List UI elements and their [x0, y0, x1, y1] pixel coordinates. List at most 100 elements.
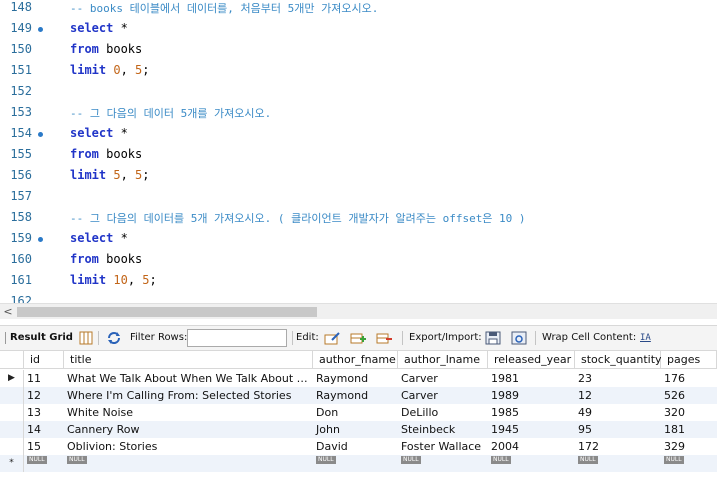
code-token-punct: ; — [149, 273, 157, 287]
cell-id[interactable]: 14 — [24, 421, 64, 438]
cell-id[interactable]: 15 — [24, 438, 64, 455]
code-line[interactable]: 156 limit 5, 5; — [0, 166, 717, 187]
cell-author-fname[interactable]: Don — [313, 404, 398, 421]
cell-pages[interactable]: 320 — [661, 404, 717, 421]
code-line[interactable]: 150 from books — [0, 40, 717, 61]
table-row[interactable]: 15 Oblivion: Stories David Foster Wallace 20… — [0, 438, 717, 455]
null-badge: NULL — [316, 456, 336, 464]
cell-author-lname[interactable]: Steinbeck — [398, 421, 488, 438]
table-row[interactable]: 12 Where I'm Calling From: Selected Stori… — [0, 387, 717, 404]
column-header-released-year[interactable]: released_year — [488, 351, 575, 369]
edit-row-icon[interactable] — [324, 331, 340, 345]
result-grid-tab[interactable]: Result Grid — [10, 326, 73, 350]
statement-marker-icon[interactable] — [38, 27, 43, 32]
insert-row-icon[interactable] — [350, 331, 366, 345]
cell-id[interactable]: 12 — [24, 387, 64, 404]
table-row[interactable]: 14 Cannery Row John Steinbeck 1945 95 181 — [0, 421, 717, 438]
null-cell[interactable]: NULL — [488, 455, 575, 472]
code-line[interactable]: 161 limit 10, 5; — [0, 271, 717, 292]
cell-title[interactable]: Cannery Row — [64, 421, 313, 438]
cell-author-fname[interactable]: Raymond — [313, 370, 398, 387]
cell-pages[interactable]: 176 — [661, 370, 717, 387]
filter-rows-input[interactable] — [187, 329, 287, 347]
code-line[interactable]: 158 -- 그 다음의 데이터를 5개 가져오시오. ( 클라이언트 개발자가 … — [0, 208, 717, 229]
sql-editor[interactable]: 148 -- books 테이블에서 데이터를, 처음부터 5개만 가져오시오. 1… — [0, 0, 717, 303]
cell-author-lname[interactable]: DeLillo — [398, 404, 488, 421]
null-cell[interactable]: NULL — [24, 455, 64, 472]
cell-pages[interactable]: 181 — [661, 421, 717, 438]
table-row[interactable]: ▶ 11 What We Talk About When We Talk About… — [0, 370, 717, 387]
code-line[interactable]: 148 -- books 테이블에서 데이터를, 처음부터 5개만 가져오시오. — [0, 0, 717, 19]
cell-stock-quantity[interactable]: 23 — [575, 370, 661, 387]
export-icon[interactable] — [485, 331, 501, 345]
code-token-ident: books — [98, 42, 143, 56]
cell-stock-quantity[interactable]: 12 — [575, 387, 661, 404]
delete-row-icon[interactable] — [376, 331, 392, 345]
wrap-cell-content-icon[interactable]: IA — [640, 326, 651, 350]
column-header-id[interactable]: id — [24, 351, 64, 369]
cell-released-year[interactable]: 1945 — [488, 421, 575, 438]
cell-author-fname[interactable]: John — [313, 421, 398, 438]
line-number: 162 — [10, 294, 32, 303]
cell-released-year[interactable]: 1985 — [488, 404, 575, 421]
editor-horizontal-scrollbar[interactable]: < — [0, 303, 717, 319]
row-selector[interactable]: ▶ — [0, 370, 24, 387]
code-line[interactable]: 152 — [0, 82, 717, 103]
column-header-author-fname[interactable]: author_fname — [313, 351, 398, 369]
cell-id[interactable]: 11 — [24, 370, 64, 387]
table-row[interactable]: 13 White Noise Don DeLillo 1985 49 320 — [0, 404, 717, 421]
refresh-icon[interactable] — [106, 331, 122, 345]
null-cell[interactable]: NULL — [64, 455, 313, 472]
row-selector[interactable] — [0, 438, 24, 455]
row-selector[interactable] — [0, 387, 24, 404]
cell-released-year[interactable]: 1989 — [488, 387, 575, 404]
column-header-stock-quantity[interactable]: stock_quantity — [575, 351, 662, 369]
cell-released-year[interactable]: 1981 — [488, 370, 575, 387]
cell-author-lname[interactable]: Foster Wallace — [398, 438, 488, 455]
result-toolbar: Result Grid Filter Rows: Edit: Export/Im… — [0, 325, 717, 351]
grid-view-icon[interactable] — [78, 331, 94, 345]
statement-marker-icon[interactable] — [38, 237, 43, 242]
column-header-title[interactable]: title — [64, 351, 313, 369]
null-cell[interactable]: NULL — [661, 455, 717, 472]
code-line[interactable]: 154 select * — [0, 124, 717, 145]
code-line[interactable]: 155 from books — [0, 145, 717, 166]
cell-author-lname[interactable]: Carver — [398, 370, 488, 387]
cell-author-lname[interactable]: Carver — [398, 387, 488, 404]
code-line[interactable]: 159 select * — [0, 229, 717, 250]
column-header-author-lname[interactable]: author_lname — [398, 351, 488, 369]
cell-pages[interactable]: 526 — [661, 387, 717, 404]
cell-title[interactable]: What We Talk About When We Talk About Lo… — [64, 370, 313, 387]
statement-marker-icon[interactable] — [38, 132, 43, 137]
import-icon[interactable] — [511, 331, 527, 345]
code-line[interactable]: 153 -- 그 다음의 데이터 5개를 가져오시오. — [0, 103, 717, 124]
column-header-pages[interactable]: pages — [661, 351, 717, 369]
code-line[interactable]: 160 from books — [0, 250, 717, 271]
new-row[interactable]: * NULL NULL NULL NULL NULL NULL NULL — [0, 455, 717, 472]
scroll-left-arrow[interactable]: < — [0, 304, 16, 319]
null-cell[interactable]: NULL — [575, 455, 661, 472]
row-selector[interactable] — [0, 404, 24, 421]
cell-author-fname[interactable]: Raymond — [313, 387, 398, 404]
code-line[interactable]: 151 limit 0, 5; — [0, 61, 717, 82]
cell-title[interactable]: Oblivion: Stories — [64, 438, 313, 455]
cell-title[interactable]: White Noise — [64, 404, 313, 421]
code-token-keyword: limit — [70, 273, 107, 287]
row-selector[interactable] — [0, 421, 24, 438]
cell-stock-quantity[interactable]: 95 — [575, 421, 661, 438]
cell-title[interactable]: Where I'm Calling From: Selected Stories — [64, 387, 313, 404]
cell-pages[interactable]: 329 — [661, 438, 717, 455]
cell-id[interactable]: 13 — [24, 404, 64, 421]
code-line[interactable]: 149 select * — [0, 19, 717, 40]
null-cell[interactable]: NULL — [313, 455, 398, 472]
cell-author-fname[interactable]: David — [313, 438, 398, 455]
code-line[interactable]: 162 — [0, 292, 717, 303]
result-grid[interactable]: id title author_fname author_lname released_… — [0, 351, 717, 489]
scroll-thumb[interactable] — [17, 307, 317, 317]
cell-stock-quantity[interactable]: 49 — [575, 404, 661, 421]
cell-released-year[interactable]: 2004 — [488, 438, 575, 455]
null-cell[interactable]: NULL — [398, 455, 488, 472]
code-line[interactable]: 157 — [0, 187, 717, 208]
line-number: 150 — [10, 42, 32, 56]
cell-stock-quantity[interactable]: 172 — [575, 438, 661, 455]
